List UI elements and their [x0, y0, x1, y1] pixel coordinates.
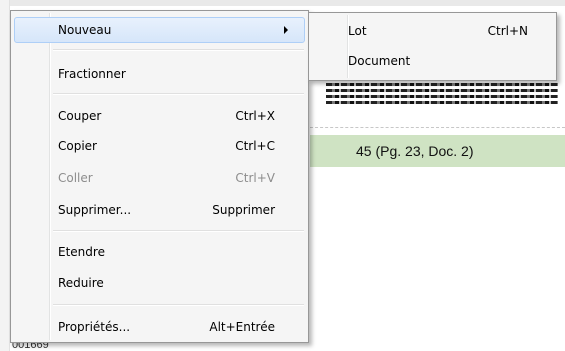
thumbnail-text-line [326, 95, 558, 98]
menu-item-label: Nouveau [58, 23, 112, 37]
context-menu: Nouveau Fractionner Couper Ctrl+X Copier… [10, 10, 309, 343]
menu-item-fractionner[interactable]: Fractionner [14, 61, 305, 87]
menu-separator [53, 49, 304, 51]
menu-item-proprietes[interactable]: Propriétés... Alt+Entrée [14, 314, 305, 340]
menu-item-label: Copier [58, 139, 97, 153]
menu-item-shortcut: Ctrl+C [235, 139, 275, 153]
thumbnail-text-line [326, 83, 558, 86]
submenu-item-lot[interactable]: Lot Ctrl+N [312, 18, 553, 44]
menu-item-shortcut: Supprimer [212, 203, 275, 217]
menu-item-label: Lot [348, 24, 367, 38]
menu-item-coller: Coller Ctrl+V [14, 165, 305, 191]
page-divider [310, 127, 565, 128]
menu-item-label: Propriétés... [58, 320, 131, 334]
menu-separator [53, 93, 304, 95]
menu-item-etendre[interactable]: Etendre [14, 239, 305, 265]
thumbnail-text-line [326, 89, 558, 92]
nouveau-submenu: Lot Ctrl+N Document [308, 12, 557, 81]
submenu-item-document[interactable]: Document [312, 48, 553, 74]
menu-item-label: Reduire [58, 276, 104, 290]
menu-item-copier[interactable]: Copier Ctrl+C [14, 133, 305, 159]
menu-item-reduire[interactable]: Reduire [14, 270, 305, 296]
menu-item-shortcut: Alt+Entrée [209, 320, 275, 334]
menu-item-label: Etendre [58, 245, 105, 259]
menu-item-shortcut: Ctrl+V [235, 171, 275, 185]
menu-item-shortcut: Ctrl+X [235, 109, 275, 123]
menu-item-label: Coller [58, 171, 93, 185]
selected-page-row[interactable]: 45 (Pg. 23, Doc. 2) [310, 135, 565, 167]
menu-item-shortcut: Ctrl+N [487, 24, 528, 38]
document-thumbnail [326, 80, 558, 120]
submenu-arrow-icon [284, 26, 288, 34]
menu-separator [53, 230, 304, 232]
thumbnail-text-line [326, 101, 558, 104]
menu-item-couper[interactable]: Couper Ctrl+X [14, 103, 305, 129]
menu-item-label: Fractionner [58, 67, 126, 81]
menu-item-label: Couper [58, 109, 102, 123]
menu-item-supprimer[interactable]: Supprimer... Supprimer [14, 197, 305, 223]
left-panel-strip [0, 0, 10, 351]
selected-page-label: 45 (Pg. 23, Doc. 2) [356, 143, 474, 159]
menu-separator [53, 304, 304, 306]
menu-item-label: Document [348, 54, 411, 68]
menu-item-label: Supprimer... [58, 203, 132, 217]
menu-item-nouveau[interactable]: Nouveau [14, 17, 305, 43]
header-strip [10, 0, 565, 6]
